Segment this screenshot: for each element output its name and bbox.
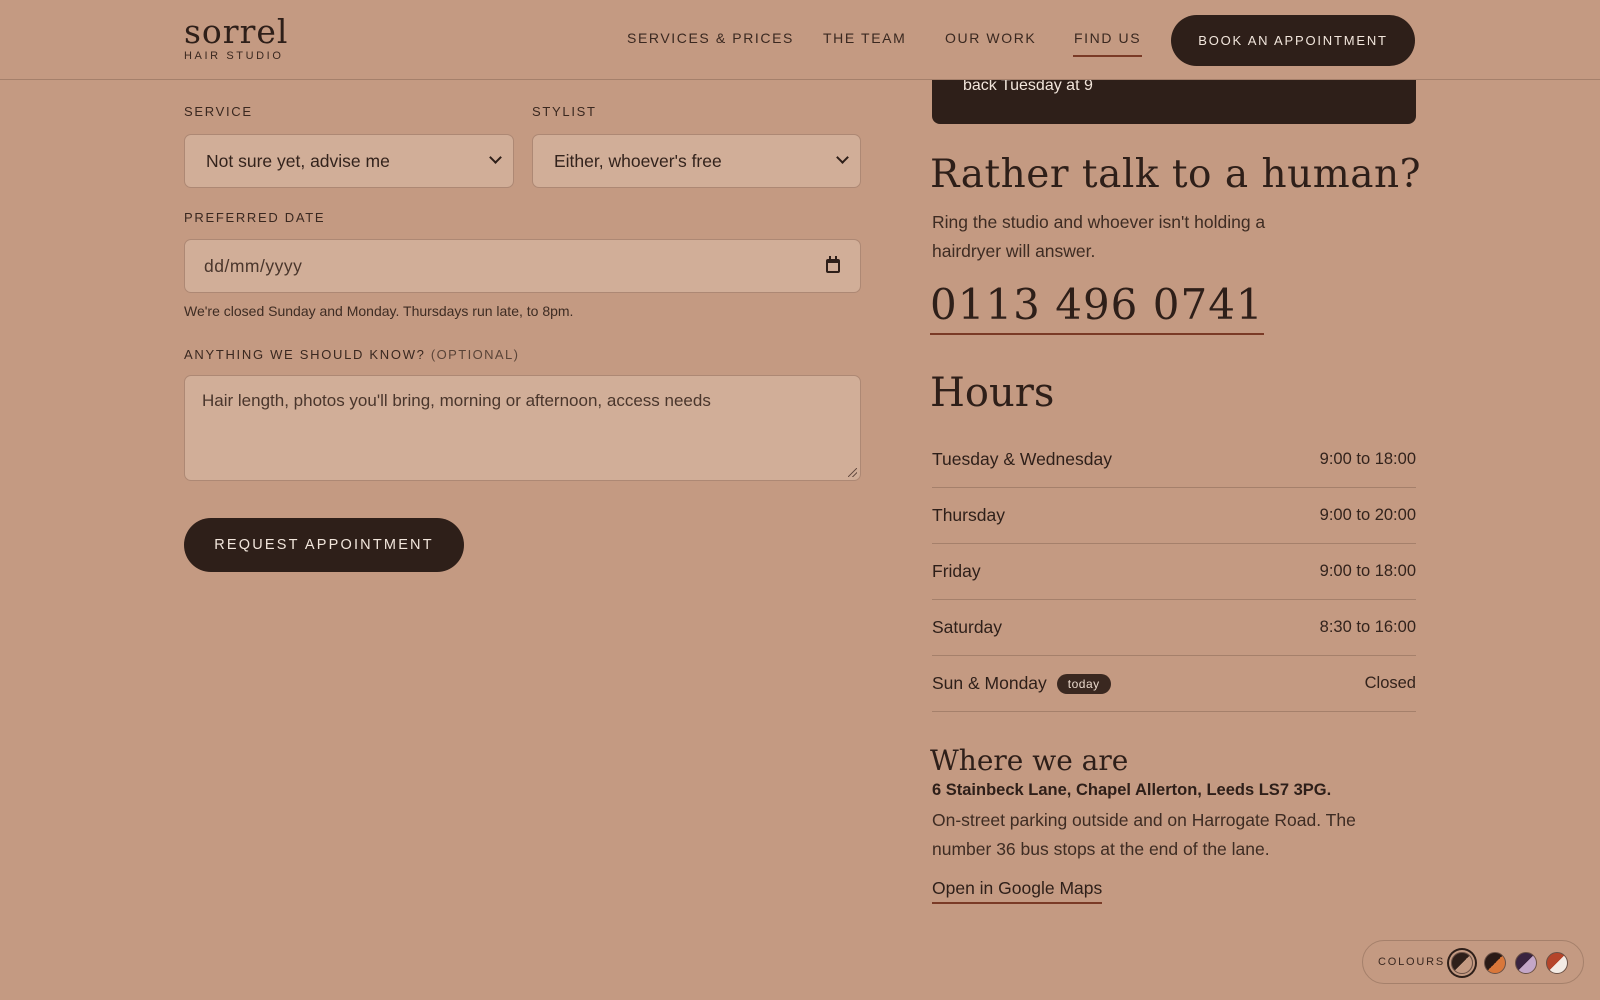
logo-subtitle: HAIR STUDIO xyxy=(184,50,284,62)
hours-row: Saturday 8:30 to 16:00 xyxy=(932,600,1416,656)
logo[interactable]: sorrel HAIR STUDIO xyxy=(184,12,289,63)
date-placeholder: dd/mm/yyyy xyxy=(204,255,303,276)
notes-textarea[interactable]: Hair length, photos you'll bring, mornin… xyxy=(184,375,861,481)
service-select-value: Not sure yet, advise me xyxy=(206,150,390,171)
notes-placeholder: Hair length, photos you'll bring, mornin… xyxy=(202,391,711,410)
preferred-date-input[interactable]: dd/mm/yyyy xyxy=(184,239,861,293)
contact-heading: Rather talk to a human? xyxy=(930,152,1422,197)
hours-row: Friday 9:00 to 18:00 xyxy=(932,544,1416,600)
request-appointment-button[interactable]: REQUEST APPOINTMENT xyxy=(184,518,464,572)
location-body: On-street parking outside and on Harroga… xyxy=(932,810,1356,859)
colour-switcher: COLOURS xyxy=(1362,940,1584,984)
hours-time: 9:00 to 20:00 xyxy=(1319,506,1416,524)
hours-day-text: Thursday xyxy=(932,505,1005,525)
resize-grip-icon[interactable] xyxy=(848,468,857,477)
hours-day: Thursday xyxy=(932,505,1005,526)
hours-day-text: Saturday xyxy=(932,617,1003,637)
colours-label: COLOURS xyxy=(1378,956,1445,968)
hours-day: Tuesday & Wednesday xyxy=(932,449,1112,470)
hours-day-text: Tuesday & Wednesday xyxy=(932,449,1112,469)
colour-swatch-icon[interactable] xyxy=(1451,952,1473,974)
hours-row: Thursday 9:00 to 20:00 xyxy=(932,488,1416,544)
stylist-select-value: Either, whoever's free xyxy=(554,150,722,171)
hours-heading: Hours xyxy=(930,370,1055,416)
hours-row: Sun & Monday today Closed xyxy=(932,656,1416,712)
stylist-label: STYLIST xyxy=(532,104,597,119)
hours-time: 9:00 to 18:00 xyxy=(1319,450,1416,468)
preferred-date-label: PREFERRED DATE xyxy=(184,210,326,225)
chevron-down-icon xyxy=(836,151,849,164)
hours-row: Tuesday & Wednesday 9:00 to 18:00 xyxy=(932,432,1416,488)
today-badge: today xyxy=(1056,673,1111,694)
logo-name: sorrel xyxy=(184,12,289,51)
site-header: sorrel HAIR STUDIO SERVICES & PRICES THE… xyxy=(0,0,1600,80)
nav-find-us[interactable]: FIND US xyxy=(1072,30,1143,57)
notes-optional-tag: (OPTIONAL) xyxy=(430,347,520,362)
date-hint: We're closed Sunday and Monday. Thursday… xyxy=(184,303,574,319)
contact-body: Ring the studio and whoever isn't holdin… xyxy=(932,212,1266,261)
colour-swatch-icon[interactable] xyxy=(1484,952,1506,974)
phone-number-link[interactable]: 0113 496 0741 xyxy=(930,280,1264,335)
notes-label: ANYTHING WE SHOULD KNOW? (OPTIONAL) xyxy=(184,347,519,362)
service-label: SERVICE xyxy=(184,104,253,119)
nav-services-prices[interactable]: SERVICES & PRICES xyxy=(627,30,794,46)
colour-swatch-icon[interactable] xyxy=(1515,952,1537,974)
service-select[interactable]: Not sure yet, advise me xyxy=(184,134,514,188)
hours-time: Closed xyxy=(1364,674,1416,692)
hours-day-text: Friday xyxy=(932,561,981,581)
notes-label-text: ANYTHING WE SHOULD KNOW? xyxy=(184,347,426,362)
google-maps-link[interactable]: Open in Google Maps xyxy=(932,878,1103,904)
hours-day: Friday xyxy=(932,561,981,582)
book-appointment-button[interactable]: BOOK AN APPOINTMENT xyxy=(1171,15,1415,66)
hours-day-text: Sun & Monday xyxy=(932,673,1047,693)
hours-time: 8:30 to 16:00 xyxy=(1319,618,1416,636)
stylist-select[interactable]: Either, whoever's free xyxy=(532,134,861,188)
nav-the-team[interactable]: THE TEAM xyxy=(823,30,906,46)
calendar-icon[interactable] xyxy=(826,256,840,273)
hours-day: Sun & Monday today xyxy=(932,673,1111,694)
colour-swatch-icon[interactable] xyxy=(1546,952,1568,974)
chevron-down-icon xyxy=(489,151,502,164)
hours-time: 9:00 to 18:00 xyxy=(1319,562,1416,580)
nav-our-work[interactable]: OUR WORK xyxy=(945,30,1036,46)
hours-day: Saturday xyxy=(932,617,1002,638)
location-heading: Where we are xyxy=(930,744,1129,777)
address: 6 Stainbeck Lane, Chapel Allerton, Leeds… xyxy=(932,781,1332,799)
